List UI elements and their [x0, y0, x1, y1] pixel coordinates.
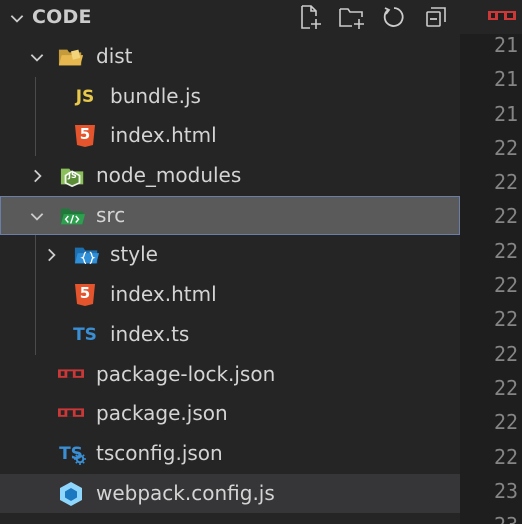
tree-item-index-html[interactable]: 5 index.html	[0, 275, 460, 315]
tree-item-label: index.ts	[110, 321, 190, 346]
tree-item-label: bundle.js	[110, 83, 201, 108]
chevron-right-icon[interactable]	[42, 246, 60, 264]
line-number: 21	[494, 67, 519, 92]
typescript-file-icon: TS	[73, 324, 97, 345]
tree-item-label: package-lock.json	[96, 361, 276, 386]
explorer-actions	[296, 2, 450, 32]
collapse-all-button[interactable]	[422, 3, 450, 31]
tree-item-dist[interactable]: dist	[0, 37, 460, 77]
new-file-icon	[301, 5, 321, 29]
line-number: 21	[494, 33, 519, 57]
npm-file-icon	[488, 11, 516, 20]
line-number: 22	[494, 135, 519, 160]
npm-file-icon	[58, 363, 84, 387]
folder-dist-icon	[58, 45, 84, 69]
webpack-file-icon	[58, 481, 84, 506]
html-file-icon: 5	[72, 124, 98, 148]
explorer-section-title: CODE	[32, 6, 92, 28]
indent-guide	[35, 116, 36, 157]
tree-item-label: style	[110, 242, 158, 267]
indent-guide	[35, 76, 36, 117]
new-file-button[interactable]	[296, 3, 324, 31]
refresh-icon	[383, 7, 404, 27]
tree-item-label: node_modules	[96, 163, 242, 188]
indent-guide	[35, 314, 36, 355]
tree-item-webpack-config-js[interactable]: webpack.config.js	[0, 473, 460, 514]
tree-item-package-json[interactable]: package.json	[0, 394, 460, 434]
line-number: 22	[494, 444, 519, 469]
editor-tab-strip[interactable]	[460, 0, 522, 34]
tree-item-label: index.html	[110, 123, 217, 148]
line-number: 22	[494, 170, 519, 195]
chevron-down-icon[interactable]	[8, 9, 26, 27]
tree-item-label: package.json	[96, 401, 228, 426]
tree-item-label: src	[96, 202, 126, 227]
tree-item-tsconfig-json[interactable]: TS tsconfig.json	[0, 434, 460, 474]
collapse-all-icon	[426, 7, 446, 27]
tree-item-index-ts[interactable]: TS index.ts	[0, 314, 460, 355]
tsconfig-file-icon: TS	[58, 442, 86, 466]
line-numbers: 21 21 21 22 22 22 22 22 22 22 22 22 22 23 23	[494, 34, 518, 524]
line-number: 22	[494, 204, 519, 229]
tree-item-label: index.html	[110, 282, 217, 307]
line-number: 22	[494, 341, 519, 366]
tree-item-style[interactable]: style	[0, 235, 460, 276]
html-file-icon: 5	[72, 283, 98, 307]
new-folder-icon	[339, 8, 364, 29]
line-number: 23	[494, 514, 518, 524]
explorer-panel: CODE dist JS bundle.js 5 index.html JS n…	[0, 0, 460, 524]
folder-style-icon	[74, 243, 100, 267]
chevron-down-icon[interactable]	[28, 207, 46, 225]
chevron-down-icon[interactable]	[28, 48, 46, 66]
line-number: 21	[494, 101, 519, 126]
indent-guide	[35, 235, 36, 276]
folder-node-icon: JS	[60, 164, 86, 188]
file-tree: dist JS bundle.js 5 index.html JS node_m…	[0, 37, 460, 514]
line-number: 22	[494, 273, 519, 298]
explorer-section-header[interactable]: CODE	[0, 0, 460, 36]
indent-guide	[35, 275, 36, 315]
tree-item-label: tsconfig.json	[96, 440, 223, 465]
line-number: 22	[494, 238, 519, 263]
line-number: 22	[494, 307, 519, 332]
line-number: 23	[494, 478, 519, 503]
vscode-window: CODE dist JS bundle.js 5 index.html JS n…	[0, 0, 522, 524]
folder-src-icon	[60, 204, 86, 228]
tree-item-label: webpack.config.js	[96, 480, 275, 505]
tree-item-bundle-js[interactable]: JS bundle.js	[0, 76, 460, 117]
chevron-right-icon[interactable]	[28, 167, 46, 185]
editor-gutter: 21 21 21 22 22 22 22 22 22 22 22 22 22 23 23	[460, 0, 522, 524]
tree-item-node-modules[interactable]: JS node_modules	[0, 156, 460, 196]
npm-file-icon	[58, 402, 84, 426]
tree-item-label: dist	[96, 44, 133, 68]
tree-item-package-lock-json[interactable]: package-lock.json	[0, 355, 460, 395]
new-folder-button[interactable]	[338, 3, 366, 31]
tree-item-index-html[interactable]: 5 index.html	[0, 116, 460, 157]
line-number: 22	[494, 375, 519, 400]
tree-item-src[interactable]: src	[0, 195, 460, 236]
javascript-file-icon: JS	[75, 86, 95, 107]
line-number: 22	[494, 410, 519, 435]
refresh-button[interactable]	[380, 3, 408, 31]
